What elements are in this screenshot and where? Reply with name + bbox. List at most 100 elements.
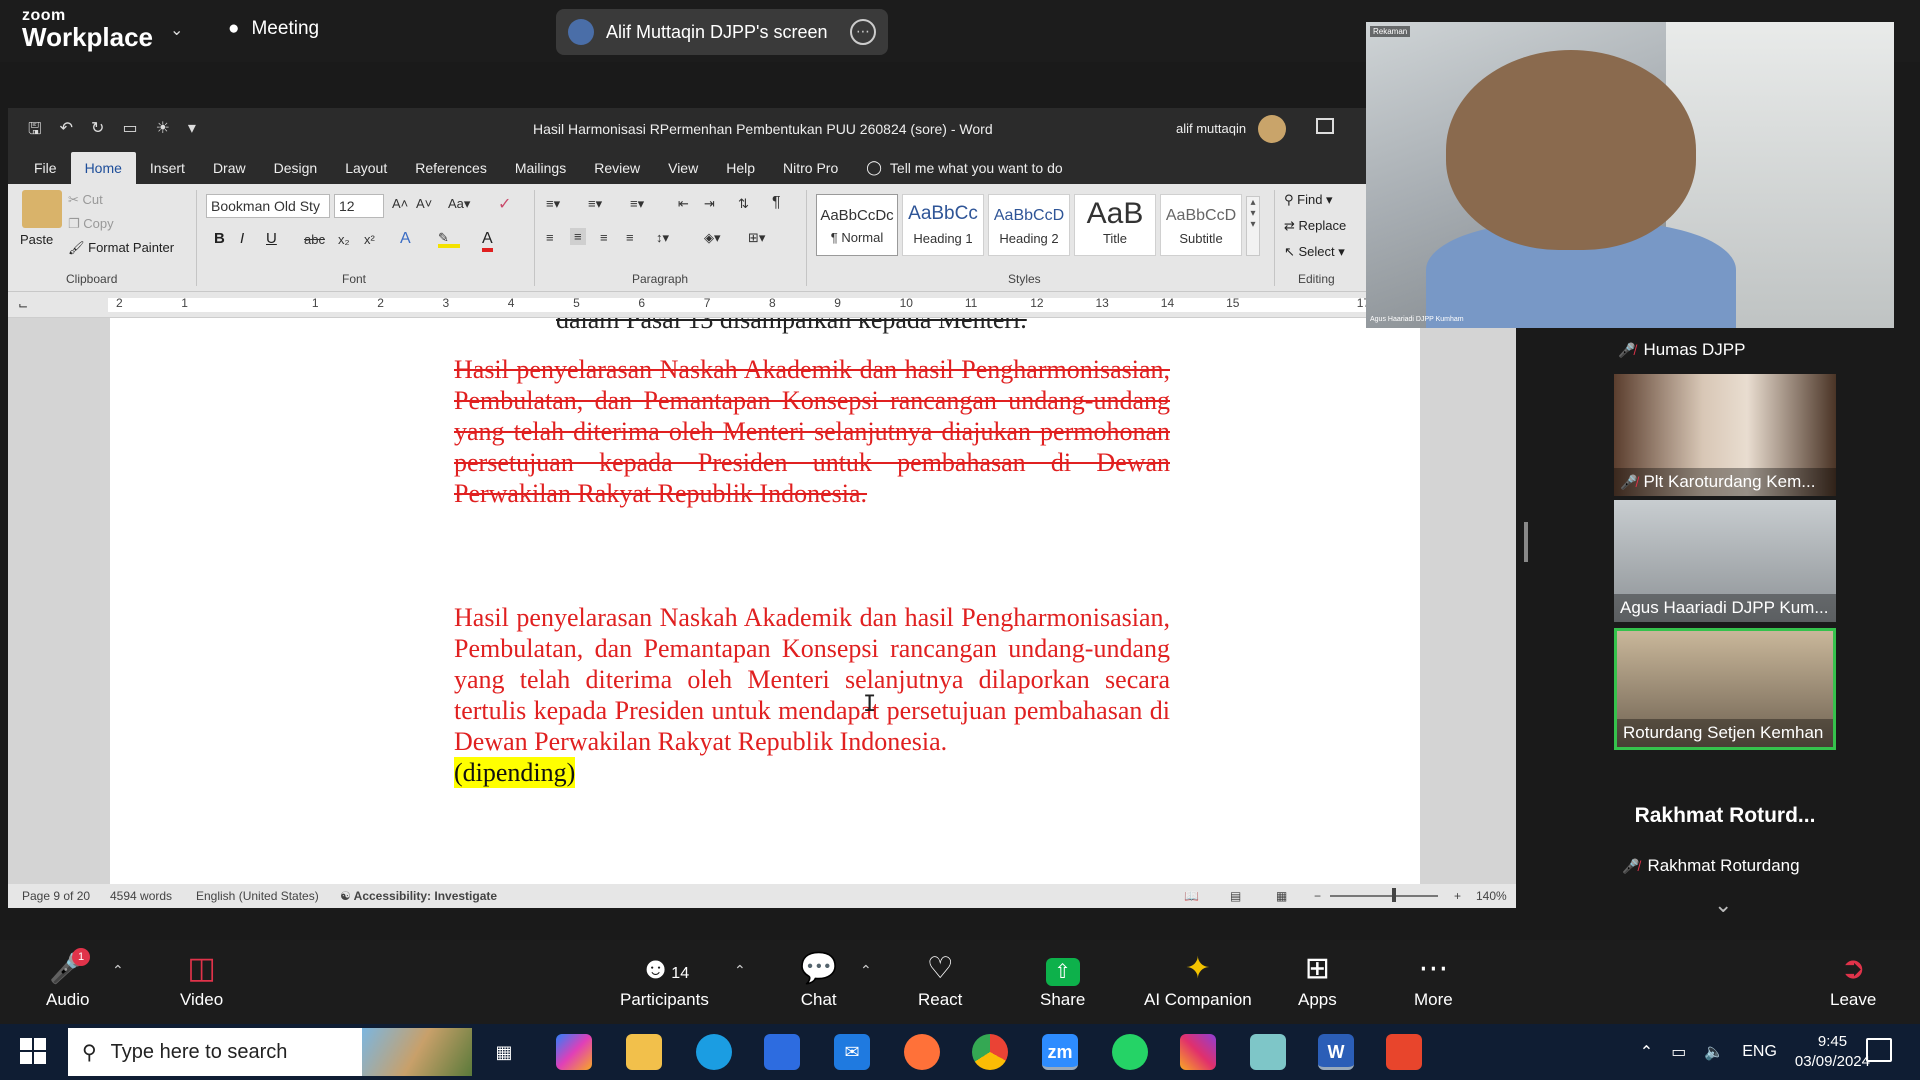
print-layout-icon[interactable]: ▭ (122, 118, 137, 145)
tab-draw[interactable]: Draw (199, 152, 260, 184)
tab-file[interactable]: File (20, 152, 71, 184)
network-icon[interactable]: ▭ (1671, 1042, 1686, 1062)
language-status[interactable]: English (United States) (196, 889, 319, 903)
save-icon[interactable]: 🖫 (28, 118, 42, 145)
notes-app-icon[interactable] (1250, 1034, 1286, 1070)
ai-companion-button[interactable]: ✦ AI Companion (1144, 950, 1252, 1010)
ribbon-display-options-icon[interactable] (1316, 118, 1334, 134)
file-explorer-icon[interactable] (626, 1034, 662, 1070)
text-effects-icon[interactable]: A (400, 230, 411, 248)
style-subtitle[interactable]: AaBbCcD Subtitle (1160, 194, 1242, 256)
web-layout-icon[interactable]: ▦ (1276, 889, 1287, 903)
tab-help[interactable]: Help (712, 152, 769, 184)
bold-icon[interactable]: B (214, 230, 225, 247)
panel-resize-handle[interactable] (1524, 522, 1528, 562)
tab-review[interactable]: Review (580, 152, 654, 184)
chevron-down-icon[interactable]: ⌄ (170, 20, 183, 40)
task-view-icon[interactable]: ▦ (486, 1034, 522, 1070)
tab-nitro-pro[interactable]: Nitro Pro (769, 152, 852, 184)
italic-icon[interactable]: I (240, 230, 244, 247)
zoom-level[interactable]: 140% (1476, 889, 1507, 903)
align-left-icon[interactable]: ≡ (546, 230, 554, 245)
highlight-color-icon[interactable]: ✎ (438, 230, 460, 248)
clear-formatting-icon[interactable]: ✓ (498, 194, 511, 214)
more-options-icon[interactable]: ⋯ (850, 19, 876, 45)
meeting-menu[interactable]: ● Meeting (228, 18, 319, 40)
strikethrough-icon[interactable]: abc (304, 232, 325, 247)
tab-home[interactable]: Home (70, 152, 136, 184)
chevron-down-icon[interactable]: ⌄ (1714, 892, 1732, 918)
active-speaker-video[interactable]: Rekaman Agus Haariadi DJPP Kumham (1366, 22, 1894, 328)
chevron-up-icon[interactable]: ⌃ (734, 962, 746, 979)
find-button[interactable]: ⚲ Find ▾ (1284, 192, 1333, 208)
zoom-app-icon[interactable]: zm (1042, 1034, 1078, 1070)
copilot-icon[interactable] (556, 1034, 592, 1070)
numbering-icon[interactable]: ≡▾ (588, 196, 602, 212)
notification-center-icon[interactable] (1866, 1038, 1892, 1062)
participants-button[interactable]: ☻14 Participants (620, 950, 709, 1010)
style-title[interactable]: AaB Title (1074, 194, 1156, 256)
zoom-slider-thumb[interactable] (1392, 888, 1396, 902)
user-avatar[interactable] (1258, 115, 1286, 143)
tab-selector-icon[interactable]: ⌙ (18, 298, 28, 312)
sort-icon[interactable]: ⇅ (738, 196, 749, 212)
multilevel-list-icon[interactable]: ≡▾ (630, 196, 644, 212)
superscript-icon[interactable]: x² (364, 232, 375, 247)
style-heading-1[interactable]: AaBbCc Heading 1 (902, 194, 984, 256)
word-icon[interactable]: W (1318, 1034, 1354, 1070)
word-user-name[interactable]: alif muttaqin (1176, 121, 1246, 136)
shading-icon[interactable]: ◈▾ (704, 230, 721, 246)
tab-mailings[interactable]: Mailings (501, 152, 580, 184)
chevron-up-icon[interactable]: ⌃ (1640, 1042, 1653, 1062)
leave-button[interactable]: ➲ Leave (1830, 950, 1876, 1010)
decrease-indent-icon[interactable]: ⇤ (678, 196, 689, 212)
zoom-in-icon[interactable]: + (1454, 889, 1461, 903)
tab-references[interactable]: References (401, 152, 501, 184)
styles-scroll-icon[interactable]: ▴ ▾ ▾ (1246, 196, 1260, 256)
participant-tile-active[interactable]: Roturdang Setjen Kemhan (1614, 628, 1836, 750)
share-button[interactable]: ⇧ Share (1040, 950, 1085, 1010)
system-clock[interactable]: 9:45 03/09/2024 (1795, 1032, 1870, 1072)
paste-button[interactable]: Paste (20, 232, 53, 247)
tab-layout[interactable]: Layout (331, 152, 401, 184)
tab-insert[interactable]: Insert (136, 152, 199, 184)
whatsapp-icon[interactable] (1112, 1034, 1148, 1070)
zoom-slider[interactable] (1330, 895, 1438, 897)
underline-icon[interactable]: U (266, 230, 277, 247)
change-case-icon[interactable]: Aa▾ (448, 196, 470, 212)
chat-button[interactable]: 💬 Chat (800, 950, 837, 1010)
justify-icon[interactable]: ≡ (626, 230, 634, 245)
mail-icon[interactable]: ✉ (834, 1034, 870, 1070)
participant-tile[interactable]: 🎤̸ Plt Karoturdang Kem... (1614, 374, 1836, 496)
tell-me-box[interactable]: ◯ Tell me what you want to do (852, 151, 1076, 184)
instagram-icon[interactable] (1180, 1034, 1216, 1070)
edge-icon[interactable] (696, 1034, 732, 1070)
font-color-icon[interactable]: A (482, 230, 493, 252)
paste-icon[interactable] (22, 190, 62, 228)
bullets-icon[interactable]: ≡▾ (546, 196, 560, 212)
font-size-select[interactable]: 12 (334, 194, 384, 218)
select-button[interactable]: ↖ Select ▾ (1284, 244, 1345, 260)
document-canvas[interactable]: dalam Pasal 13 disampaikan kepada Menter… (8, 318, 1516, 884)
horizontal-ruler[interactable]: ⌙ 2 1 1 2 3 4 5 6 7 8 9 10 11 12 13 14 15 17 (8, 294, 1516, 318)
word-count[interactable]: 4594 words (110, 889, 172, 903)
input-language[interactable]: ENG (1742, 1043, 1777, 1061)
print-layout-view-icon[interactable]: ▤ (1230, 889, 1241, 903)
firefox-icon[interactable] (904, 1034, 940, 1070)
read-mode-icon[interactable]: 📖 (1184, 889, 1199, 903)
style-heading-2[interactable]: AaBbCcD Heading 2 (988, 194, 1070, 256)
grow-font-icon[interactable]: A˄ (392, 196, 408, 211)
customize-qat-icon[interactable]: ▾ (188, 118, 196, 145)
cut-button[interactable]: ✂ Cut (68, 192, 103, 208)
align-center-icon[interactable]: ≡ (570, 228, 586, 245)
page-count[interactable]: Page 9 of 20 (22, 889, 90, 903)
windows-start-icon[interactable] (20, 1038, 46, 1064)
participant-name-placeholder[interactable]: Rakhmat Roturd... (1610, 804, 1840, 828)
font-name-select[interactable]: Bookman Old Sty (206, 194, 330, 218)
apps-button[interactable]: ⊞ Apps (1298, 950, 1337, 1010)
copy-button[interactable]: ❐ Copy (68, 216, 114, 232)
zoom-out-icon[interactable]: − (1314, 889, 1321, 903)
screen-share-indicator[interactable]: Alif Muttaqin DJPP's screen ⋯ (556, 9, 888, 55)
increase-indent-icon[interactable]: ⇥ (704, 196, 715, 212)
taskbar-search[interactable]: ⚲ Type here to search (68, 1028, 472, 1076)
